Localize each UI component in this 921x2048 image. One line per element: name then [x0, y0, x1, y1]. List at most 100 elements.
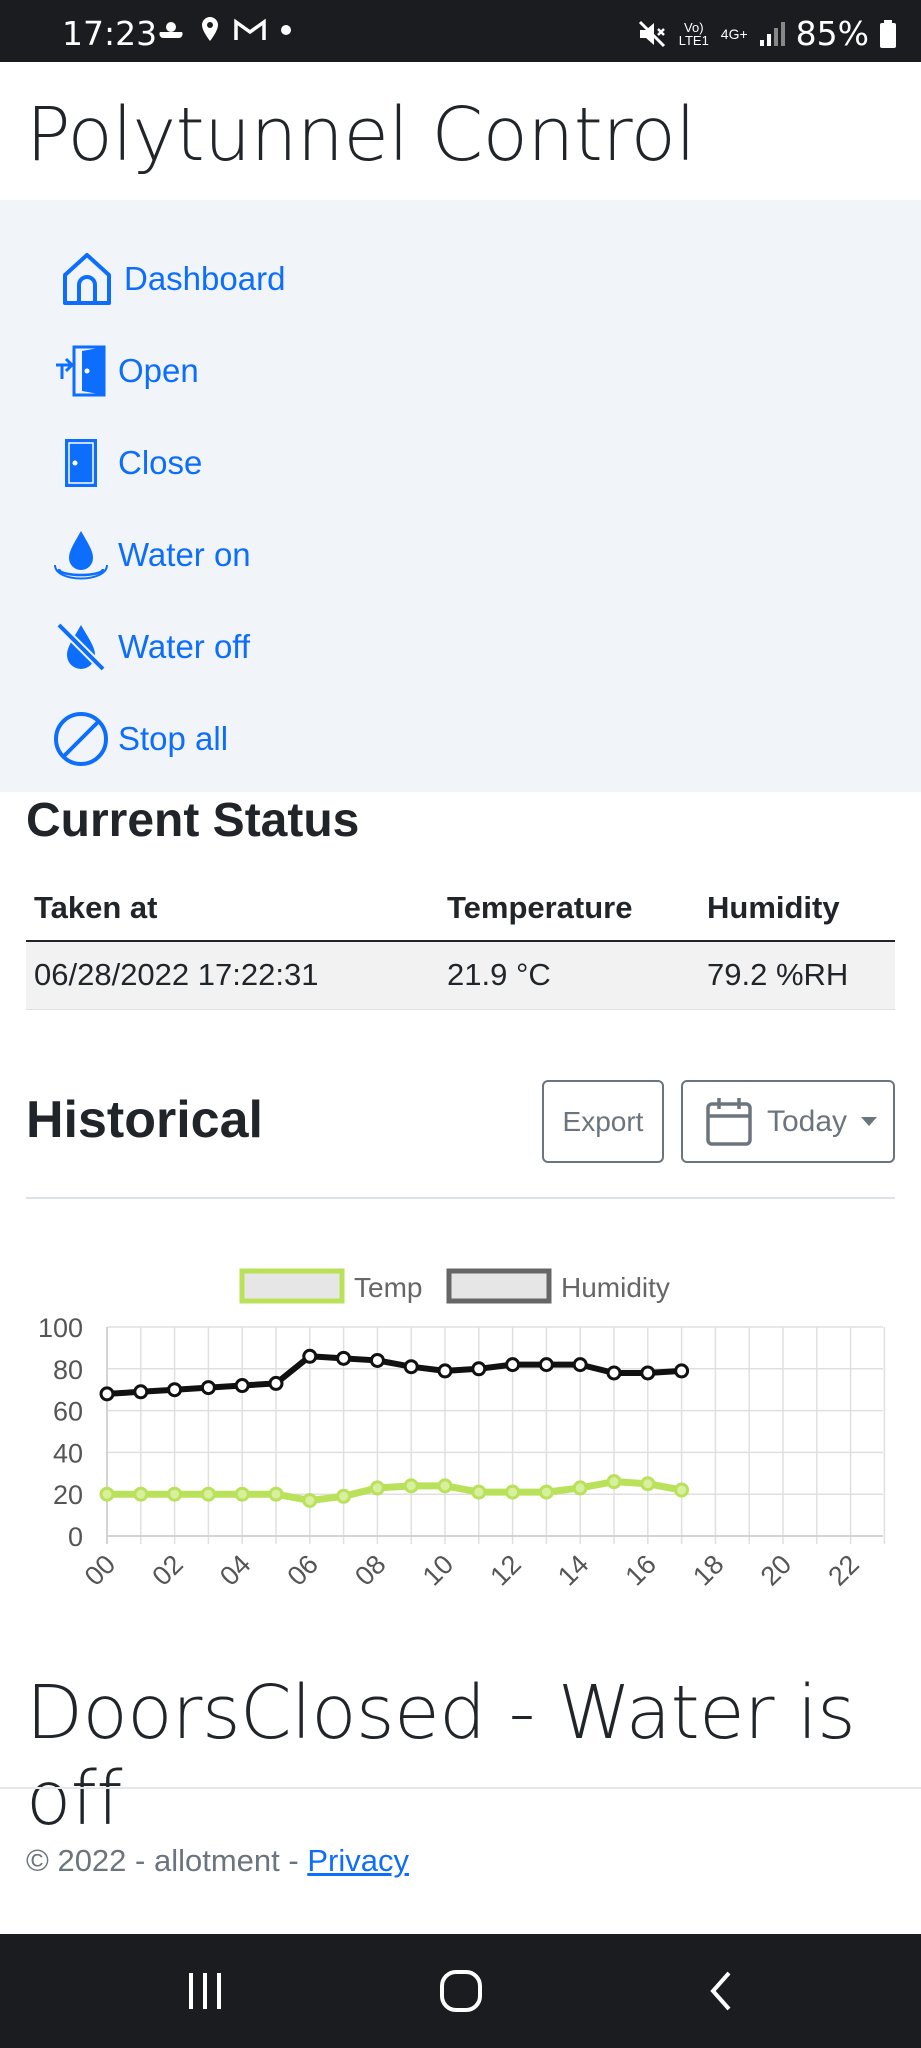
export-button[interactable]: Export	[542, 1080, 664, 1163]
page-title[interactable]: Polytunnel Control	[26, 92, 696, 178]
data-point	[403, 1478, 419, 1494]
home-circle-icon	[440, 1970, 482, 2012]
system-icons: Vo) LTE1 4G+ 85%	[637, 14, 897, 53]
y-tick-label: 60	[53, 1397, 83, 1427]
volte-label: Vo) LTE1	[678, 19, 709, 48]
nav-item-label: Stop all	[118, 720, 229, 757]
y-tick-label: 40	[53, 1438, 83, 1468]
data-point	[471, 1484, 487, 1500]
gmail-icon	[234, 18, 266, 40]
legend-label: Humidity	[561, 1272, 670, 1303]
data-point	[606, 1365, 622, 1381]
data-point	[572, 1480, 588, 1496]
data-point	[336, 1488, 352, 1504]
back-button[interactable]	[676, 1934, 766, 2048]
mute-icon	[638, 20, 665, 47]
home-button[interactable]	[416, 1934, 506, 2048]
calendar-icon	[706, 1097, 752, 1146]
data-point	[471, 1361, 487, 1377]
data-point	[369, 1480, 385, 1496]
nav-item-stop-all[interactable]: Stop all	[52, 710, 228, 768]
history-chart: 0 20 40 60 80 100 00 02 04 06 08 10 12 14 16 18 20 22 Temp…	[38, 1268, 886, 1591]
taken-at-cell: 06/28/2022 17:22:31	[26, 941, 439, 1010]
legend-label: Temp	[354, 1272, 422, 1303]
nav-item-open[interactable]: Open	[52, 342, 199, 400]
recent-apps-button[interactable]	[160, 1934, 250, 2048]
data-point	[572, 1357, 588, 1373]
divider	[26, 1197, 895, 1199]
current-status-heading: Current Status	[26, 794, 360, 847]
data-point	[133, 1384, 149, 1400]
series-line	[106, 1353, 682, 1397]
nav-item-close[interactable]: Close	[52, 434, 202, 492]
status-time: 17:23	[62, 14, 158, 53]
nav-item-label: Dashboard	[124, 260, 286, 297]
x-tick-label: 04	[214, 1549, 256, 1591]
data-point	[133, 1486, 149, 1502]
x-tick-label: 22	[822, 1549, 864, 1591]
data-point	[302, 1348, 318, 1364]
nav-item-water-off[interactable]: Water off	[52, 618, 250, 676]
nav-item-label: Close	[118, 444, 203, 481]
stop-icon	[52, 710, 110, 768]
y-tick-label: 0	[68, 1522, 83, 1552]
x-tick-label: 06	[282, 1549, 324, 1591]
data-point	[234, 1378, 250, 1394]
location-icon	[202, 17, 218, 41]
column-header: Temperature	[439, 876, 699, 942]
back-icon	[710, 1971, 731, 2011]
series-line	[107, 1478, 683, 1504]
chevron-down-icon	[861, 1116, 878, 1126]
nav-item-label: Water off	[118, 628, 251, 665]
footer: © 2022 - allotment - Privacy	[26, 1843, 409, 1879]
data-point	[437, 1363, 453, 1379]
date-range-label: Today	[767, 1104, 848, 1138]
home-icon	[58, 250, 116, 308]
privacy-link[interactable]: Privacy	[307, 1843, 409, 1878]
y-tick-label: 80	[53, 1355, 83, 1385]
data-point	[538, 1484, 554, 1500]
divider	[0, 1787, 921, 1789]
y-tick-label: 100	[38, 1313, 83, 1343]
nav-item-label: Open	[118, 352, 199, 389]
data-point	[640, 1476, 656, 1492]
door-water-status: DoorsClosed - Water is off	[26, 1670, 856, 1842]
humidity-cell: 79.2 %RH	[699, 941, 895, 1010]
y-tick-label: 20	[53, 1480, 83, 1510]
nav-item-water-on[interactable]: Water on	[52, 526, 251, 584]
x-tick-label: 08	[349, 1549, 391, 1591]
x-tick-label: 12	[484, 1549, 526, 1591]
data-point	[606, 1474, 622, 1490]
data-point	[505, 1357, 521, 1373]
date-range-dropdown[interactable]: Today	[681, 1080, 895, 1163]
footer-text: © 2022 - allotment -	[26, 1843, 308, 1878]
system-navigation-bar	[0, 1934, 921, 2048]
notification-icons	[156, 16, 292, 44]
x-tick-label: 18	[687, 1549, 729, 1591]
data-point	[369, 1352, 385, 1368]
cloud-icon	[159, 22, 183, 39]
nav-item-dashboard[interactable]: Dashboard	[58, 250, 285, 308]
battery-percent: 85%	[795, 14, 869, 53]
data-point	[302, 1492, 318, 1508]
column-header: Humidity	[699, 876, 895, 942]
data-point	[538, 1357, 554, 1373]
status-bar: 17:23 Vo) LTE1 4G+ 85%	[0, 0, 921, 62]
historical-heading: Historical	[26, 1091, 263, 1149]
recent-apps-icon	[189, 1973, 221, 2009]
data-point	[167, 1486, 183, 1502]
signal-icon	[759, 21, 785, 46]
x-tick-label: 02	[146, 1549, 188, 1591]
data-point	[674, 1482, 690, 1498]
data-point	[167, 1382, 183, 1398]
door-open-icon	[52, 342, 110, 400]
data-point	[200, 1486, 216, 1502]
temperature-cell: 21.9 °C	[439, 941, 699, 1010]
x-tick-label: 10	[417, 1549, 459, 1591]
column-header: Taken at	[26, 876, 439, 942]
nav-item-label: Water on	[118, 536, 251, 573]
status-table: Taken at Temperature Humidity 06/28/2022…	[26, 876, 895, 1010]
data-point	[268, 1486, 284, 1502]
water-drop-icon	[52, 526, 110, 584]
door-closed-icon	[52, 434, 110, 492]
